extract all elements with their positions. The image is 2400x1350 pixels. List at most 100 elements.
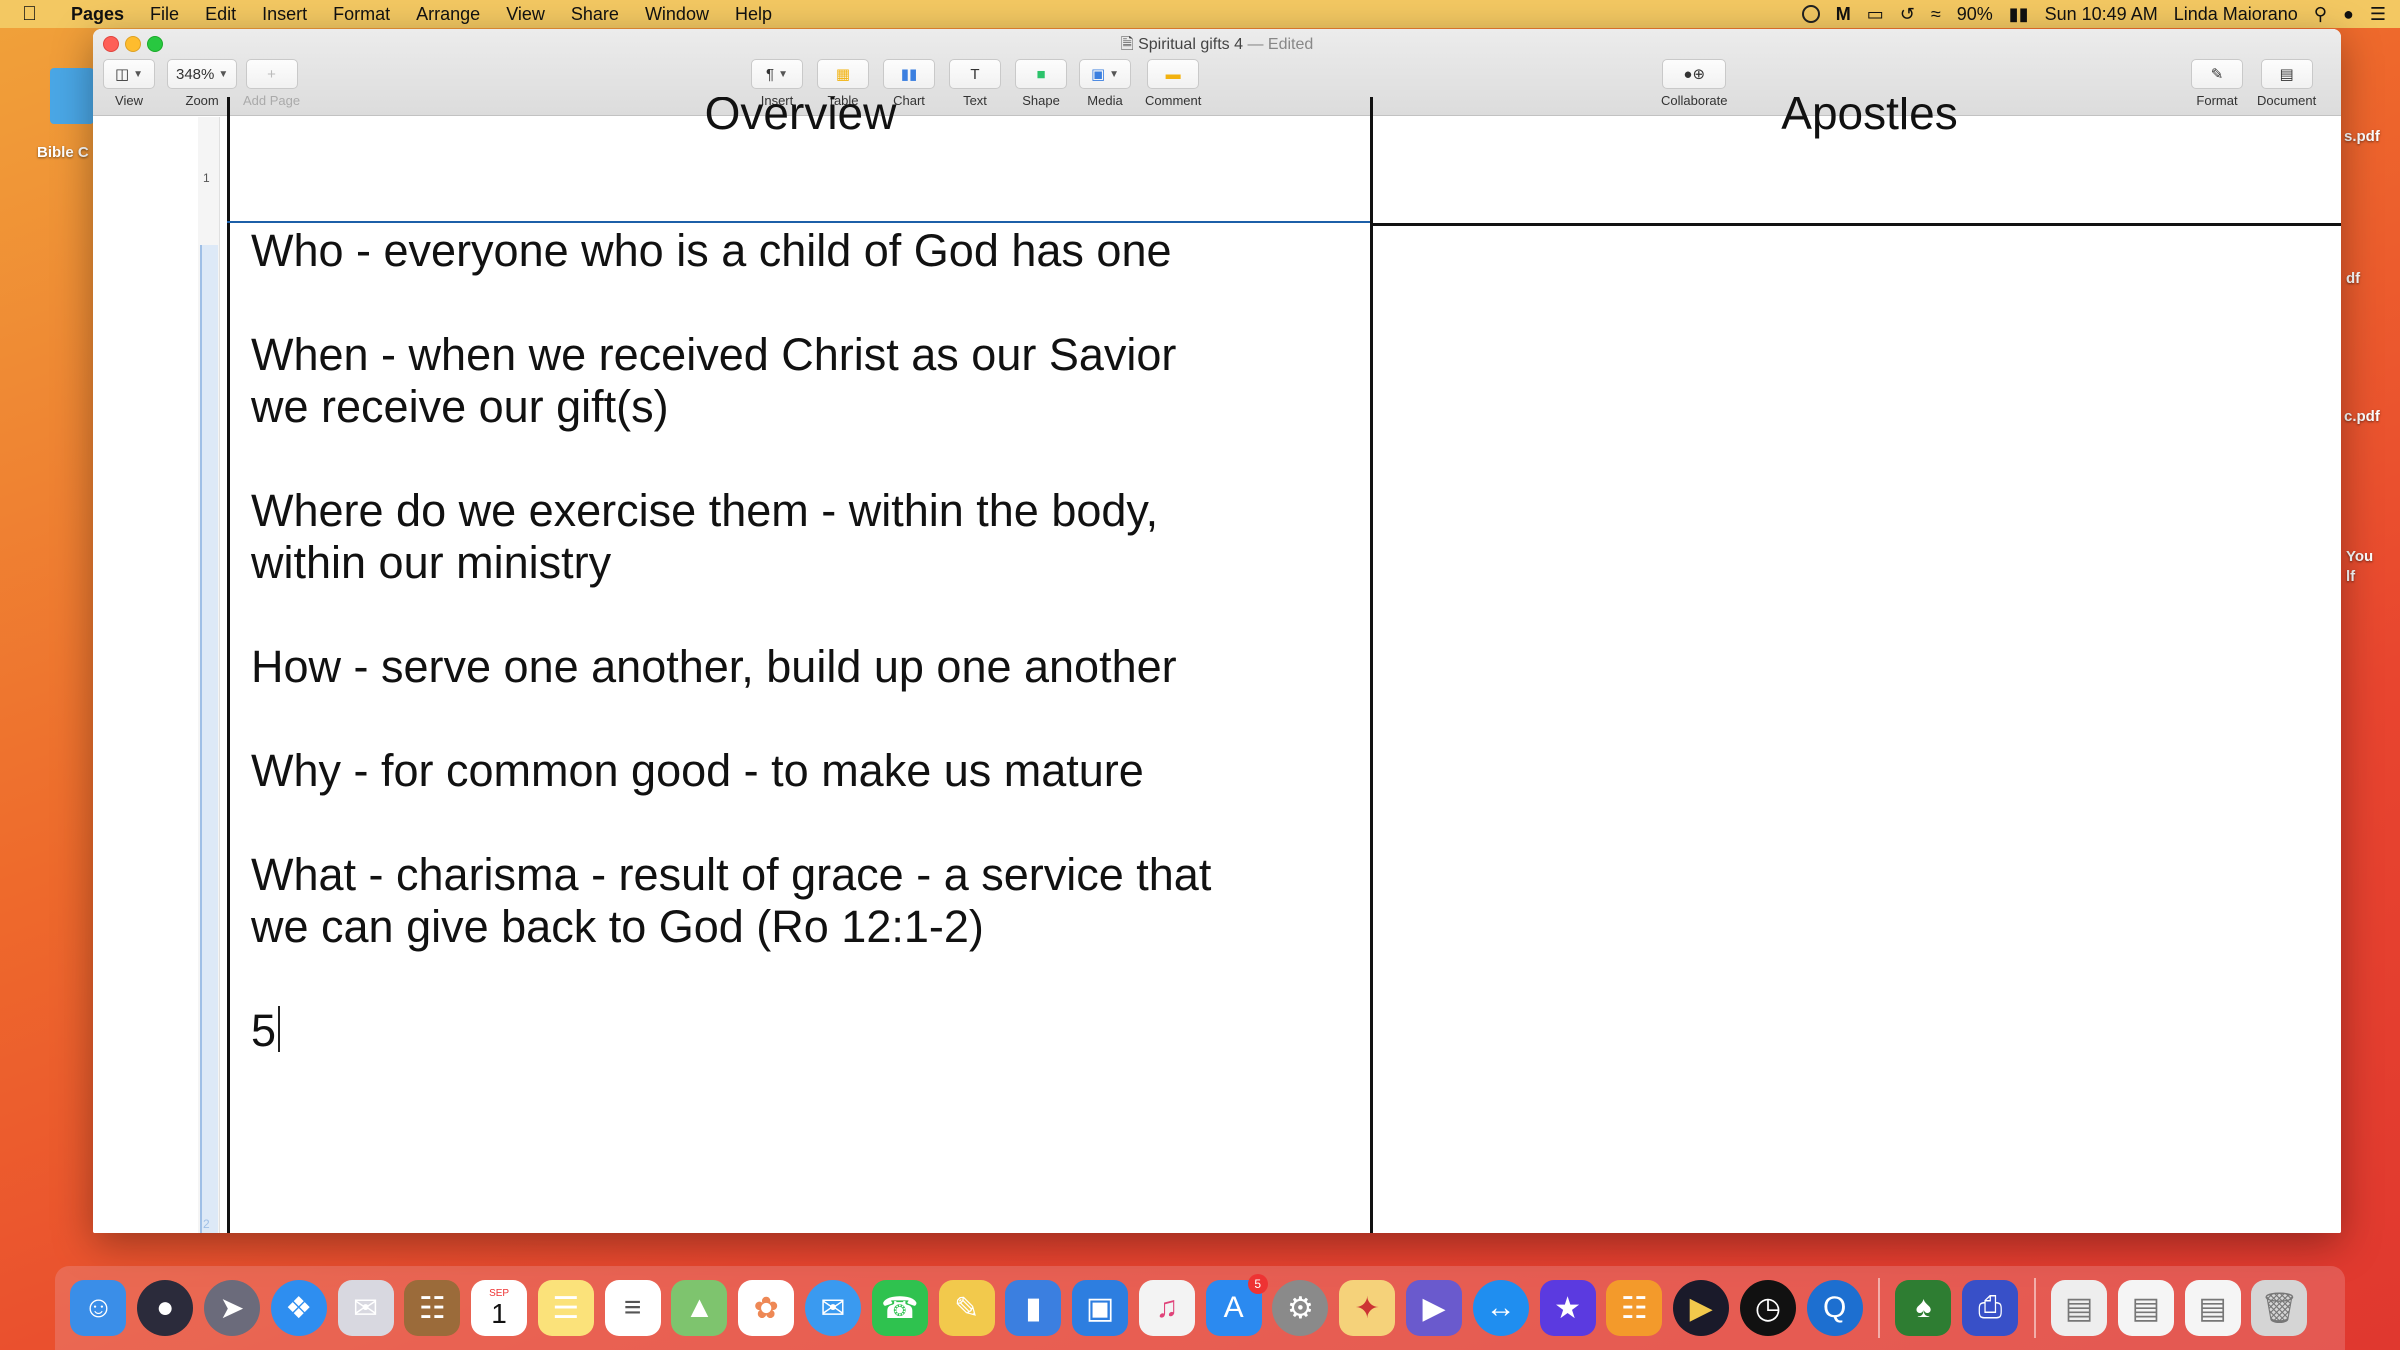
menu-bar:  Pages File Edit Insert Format Arrange … (0, 0, 2400, 28)
menu-format[interactable]: Format (320, 4, 403, 25)
view-tool[interactable]: ◫ ▼ View (103, 59, 155, 108)
collaborate-icon: ●⊕ (1683, 66, 1706, 83)
shape-icon: ■ (1036, 65, 1046, 83)
menu-app-pages[interactable]: Pages (58, 4, 137, 25)
text-box-icon: T (970, 65, 980, 83)
media-button[interactable]: ▣ ▼ (1079, 59, 1131, 89)
trash-icon[interactable]: 🗑 (2251, 1280, 2308, 1336)
selected-row-indicator[interactable] (200, 245, 218, 1233)
desktop-file-label[interactable]: df (2346, 270, 2360, 287)
siri-icon[interactable]: ● (2343, 4, 2354, 25)
insert-button[interactable]: ¶ ▼ (751, 59, 803, 89)
maps-icon[interactable]: ▲ (671, 1280, 728, 1336)
document-icon: ▤ (2279, 66, 2294, 83)
zoom-select[interactable]: 348% ▼ (167, 59, 238, 89)
document-button[interactable]: ▤ (2260, 59, 2313, 89)
zoom-value: 348% (176, 65, 215, 83)
speedtest-icon[interactable]: ◷ (1739, 1280, 1796, 1336)
table-header-cell[interactable]: Overview (231, 97, 1370, 153)
downloads-stack-icon[interactable]: ▤ (2117, 1280, 2174, 1336)
table-cell-overview-body[interactable]: Who - everyone who is a child of God has… (251, 225, 1241, 1057)
desktop-folder-label[interactable]: Bible C (37, 144, 89, 161)
teamviewer-icon[interactable]: ↔ (1472, 1280, 1529, 1336)
quicktime-icon[interactable]: ▶ (1673, 1280, 1730, 1336)
spotlight-search-icon[interactable]: ⚲ (2314, 4, 2327, 25)
time-machine-icon[interactable]: ↺ (1900, 4, 1915, 25)
notes-icon[interactable]: ☰ (537, 1280, 594, 1336)
menu-share[interactable]: Share (558, 4, 632, 25)
battery-icon[interactable]: ▮▮ (2009, 4, 2029, 25)
contacts-icon[interactable]: ☷ (404, 1280, 461, 1336)
table-header-cell[interactable]: Apostles (1373, 97, 2341, 153)
numbers-icon[interactable]: ▮ (1005, 1280, 1062, 1336)
app-store-icon[interactable]: A 5 (1205, 1274, 1268, 1336)
airplay-icon[interactable]: ▭ (1867, 4, 1884, 25)
music-icon[interactable]: ♫ (1138, 1280, 1195, 1336)
dock-separator (1878, 1278, 1881, 1338)
text-button[interactable]: T (949, 59, 1001, 89)
row-number[interactable]: 2 (203, 1217, 210, 1231)
keynote-icon[interactable]: ▣ (1072, 1280, 1129, 1336)
siri-icon[interactable]: ● (137, 1280, 194, 1336)
safari-icon[interactable]: ❖ (270, 1280, 327, 1336)
record-icon[interactable] (1801, 5, 1820, 23)
messages-icon[interactable]: ✉ (804, 1280, 861, 1336)
system-preferences-icon[interactable]: ⚙ (1272, 1280, 1329, 1336)
facetime-icon[interactable]: ☎ (871, 1280, 928, 1336)
quickview-icon[interactable]: Q (1806, 1280, 1863, 1336)
chart-button[interactable]: ▮▮ (883, 59, 935, 89)
desktop-file-label[interactable]: You (2346, 548, 2373, 565)
dock: ☺ ● ➤ ❖ ✉ ☷ SEP 1 ☰ ≡ ▲ ✿ ✉ ☎ ✎ ▮ ▣ ♫ A … (55, 1266, 2345, 1350)
menu-edit[interactable]: Edit (192, 4, 249, 25)
cleaner-icon[interactable]: ✦ (1339, 1280, 1396, 1336)
pages-icon[interactable]: ✎ (938, 1280, 995, 1336)
format-button[interactable]: ✎ (2191, 59, 2243, 89)
launchpad-icon[interactable]: ➤ (203, 1280, 260, 1336)
battery-percent[interactable]: 90% (1957, 4, 1993, 25)
desktop-file-label[interactable]: lf (2346, 568, 2355, 585)
document-stack-icon[interactable]: ▤ (2051, 1280, 2108, 1336)
clock[interactable]: Sun 10:49 AM (2045, 4, 2158, 25)
row-number[interactable]: 1 (203, 171, 210, 185)
screenshots-stack-icon[interactable]: ▤ (2184, 1280, 2241, 1336)
zoom-label: Zoom (185, 93, 219, 108)
text-cursor (278, 1006, 281, 1052)
cell-line: Why - for common good - to make us matur… (251, 745, 1144, 796)
comment-button[interactable]: ▬ (1147, 59, 1200, 89)
user-name[interactable]: Linda Maiorano (2174, 4, 2298, 25)
menu-file[interactable]: File (137, 4, 192, 25)
mail-stamp-icon[interactable]: ✉ (337, 1280, 394, 1336)
document-status: — Edited (1247, 36, 1314, 53)
photos-icon[interactable]: ✿ (738, 1280, 795, 1336)
finder-icon[interactable]: ☺ (70, 1280, 127, 1336)
dock-separator (2033, 1278, 2036, 1338)
document-table[interactable]: Overview Apostles Who - everyone who is … (227, 97, 2341, 1233)
menu-arrange[interactable]: Arrange (403, 4, 493, 25)
desktop-folder-icon[interactable] (50, 68, 94, 124)
menu-help[interactable]: Help (722, 4, 785, 25)
malwarebytes-icon[interactable]: M (1836, 4, 1851, 25)
shape-button[interactable]: ■ (1015, 59, 1067, 89)
header-overview: Overview (704, 97, 897, 139)
desktop-file-label[interactable]: c.pdf (2344, 408, 2380, 425)
menu-view[interactable]: View (493, 4, 558, 25)
reminders-icon[interactable]: ≡ (604, 1280, 661, 1336)
player-icon[interactable]: ▶ (1406, 1280, 1463, 1336)
apple-menu-icon[interactable]:  (22, 3, 50, 26)
menu-insert[interactable]: Insert (249, 4, 320, 25)
notification-center-icon[interactable]: ☰ (2370, 4, 2386, 25)
printer-icon[interactable]: ⎙ (1962, 1280, 2019, 1336)
desktop-file-label[interactable]: s.pdf (2344, 128, 2380, 145)
document-canvas[interactable]: 1 2 Overview Apostles Who - everyone who… (93, 97, 2341, 1233)
solitaire-icon[interactable]: ♠ (1895, 1280, 1952, 1336)
menu-window[interactable]: Window (632, 4, 722, 25)
books-icon[interactable]: ☷ (1606, 1280, 1663, 1336)
imovie-icon[interactable]: ★ (1539, 1280, 1596, 1336)
calendar-icon[interactable]: SEP 1 (471, 1280, 528, 1336)
view-button[interactable]: ◫ ▼ (103, 59, 155, 89)
collaborate-button[interactable]: ●⊕ (1662, 59, 1727, 89)
add-page-button[interactable]: + (245, 59, 298, 89)
wifi-icon[interactable]: ≈ (1931, 4, 1941, 25)
cell-line: Where do we exercise them - within the b… (251, 485, 1159, 588)
table-button[interactable]: ▦ (817, 59, 869, 89)
